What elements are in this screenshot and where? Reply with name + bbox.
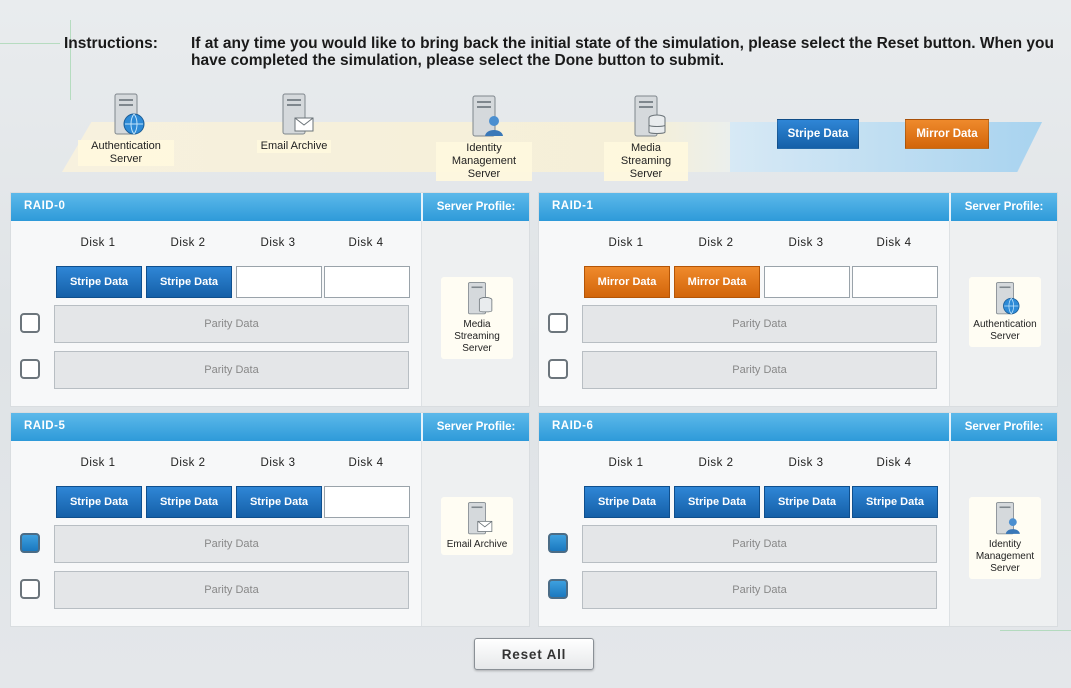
instructions-label: Instructions: <box>64 35 158 52</box>
disk-slot[interactable]: Stripe Data <box>764 486 850 518</box>
server-name: Authentication Server <box>78 140 174 166</box>
server-email-archive[interactable]: Email Archive <box>250 92 338 153</box>
disk-label: Disk 4 <box>348 457 384 469</box>
server-globe-icon <box>114 93 145 135</box>
parity-data-row: Parity Data <box>582 525 937 563</box>
disk-label: Disk 2 <box>698 457 734 469</box>
decorative-line <box>1000 630 1071 631</box>
instructions-text: If at any time you would like to bring b… <box>191 35 1054 69</box>
disk-slot[interactable]: Stripe Data <box>674 486 760 518</box>
panel-title: RAID-6 <box>552 420 594 432</box>
disk-slot[interactable] <box>764 266 850 298</box>
panel-title: RAID-1 <box>552 200 594 212</box>
server-profile-label: Server Profile: <box>421 413 529 441</box>
server-identity-management[interactable]: Identity Management Server <box>436 94 532 181</box>
server-name: Media Streaming Server <box>604 142 688 181</box>
assigned-server-profile[interactable]: Email Archive <box>441 497 513 555</box>
disk-label: Disk 1 <box>608 457 644 469</box>
parity-checkbox[interactable] <box>548 313 568 333</box>
disk-label: Disk 4 <box>876 457 912 469</box>
parity-data-row: Parity Data <box>54 571 409 609</box>
server-mail-icon <box>468 502 493 535</box>
panel-title: RAID-5 <box>24 420 66 432</box>
profile-name: Media Streaming Server <box>454 319 500 354</box>
parity-checkbox[interactable] <box>20 533 40 553</box>
parity-checkbox[interactable] <box>20 359 40 379</box>
profile-name: Email Archive <box>446 539 508 550</box>
disk-slot[interactable]: Stripe Data <box>584 486 670 518</box>
disk-slot[interactable] <box>324 266 410 298</box>
disk-label: Disk 3 <box>260 457 296 469</box>
parity-data-row: Parity Data <box>582 351 937 389</box>
instructions: Instructions: If at any time you would l… <box>64 35 1054 69</box>
parity-data-row: Parity Data <box>582 571 937 609</box>
server-database-icon <box>634 95 666 137</box>
disk-slot[interactable]: Stripe Data <box>56 486 142 518</box>
disk-slot[interactable] <box>236 266 322 298</box>
server-user-icon <box>996 502 1020 535</box>
disk-label: Disk 2 <box>698 237 734 249</box>
server-profile-label: Server Profile: <box>421 193 529 221</box>
disk-slot[interactable]: Stripe Data <box>146 486 232 518</box>
raid-1-panel: RAID-1 Server Profile: Disk 1 Disk 2 Dis… <box>538 192 1058 407</box>
disk-label: Disk 3 <box>260 237 296 249</box>
disk-label: Disk 4 <box>348 237 384 249</box>
panel-title: RAID-0 <box>24 200 66 212</box>
disk-label: Disk 4 <box>876 237 912 249</box>
raid-5-panel: RAID-5 Server Profile: Disk 1 Disk 2 Dis… <box>10 412 530 627</box>
assigned-server-profile[interactable]: Identity Management Server <box>969 497 1041 579</box>
server-name: Email Archive <box>256 140 332 153</box>
stripe-data-tag[interactable]: Stripe Data <box>777 119 859 149</box>
profile-name: Authentication Server <box>973 319 1037 342</box>
reset-all-button[interactable]: Reset All <box>474 638 594 670</box>
mirror-data-tag[interactable]: Mirror Data <box>905 119 989 149</box>
server-profile-label: Server Profile: <box>949 193 1057 221</box>
disk-slot[interactable]: Mirror Data <box>674 266 760 298</box>
parity-data-row: Parity Data <box>582 305 937 343</box>
profile-name: Identity Management Server <box>975 539 1035 574</box>
disk-slot[interactable]: Stripe Data <box>852 486 938 518</box>
parity-checkbox[interactable] <box>548 579 568 599</box>
disk-slot[interactable] <box>324 486 410 518</box>
disk-slot[interactable] <box>852 266 938 298</box>
server-database-icon <box>468 282 493 315</box>
parity-checkbox[interactable] <box>20 313 40 333</box>
server-user-icon <box>472 95 503 137</box>
parity-checkbox[interactable] <box>548 359 568 379</box>
server-media-streaming[interactable]: Media Streaming Server <box>604 94 688 181</box>
disk-label: Disk 3 <box>788 237 824 249</box>
disk-label: Disk 3 <box>788 457 824 469</box>
server-mail-icon <box>282 93 314 135</box>
raid-0-panel: RAID-0 Server Profile: Disk 1 Disk 2 Dis… <box>10 192 530 407</box>
disk-label: Disk 1 <box>608 237 644 249</box>
server-name: Identity Management Server <box>436 142 532 181</box>
parity-data-row: Parity Data <box>54 351 409 389</box>
decorative-line <box>0 43 60 44</box>
parity-checkbox[interactable] <box>548 533 568 553</box>
disk-label: Disk 1 <box>80 457 116 469</box>
disk-slot[interactable]: Stripe Data <box>146 266 232 298</box>
assigned-server-profile[interactable]: Media Streaming Server <box>441 277 513 359</box>
server-globe-icon <box>996 282 1020 315</box>
disk-label: Disk 2 <box>170 457 206 469</box>
raid-6-panel: RAID-6 Server Profile: Disk 1 Disk 2 Dis… <box>538 412 1058 627</box>
disk-label: Disk 1 <box>80 237 116 249</box>
parity-data-row: Parity Data <box>54 525 409 563</box>
disk-slot[interactable]: Stripe Data <box>56 266 142 298</box>
disk-label: Disk 2 <box>170 237 206 249</box>
assigned-server-profile[interactable]: Authentication Server <box>969 277 1041 347</box>
disk-slot[interactable]: Mirror Data <box>584 266 670 298</box>
parity-data-row: Parity Data <box>54 305 409 343</box>
server-authentication[interactable]: Authentication Server <box>78 92 174 166</box>
parity-checkbox[interactable] <box>20 579 40 599</box>
server-profile-label: Server Profile: <box>949 413 1057 441</box>
disk-slot[interactable]: Stripe Data <box>236 486 322 518</box>
